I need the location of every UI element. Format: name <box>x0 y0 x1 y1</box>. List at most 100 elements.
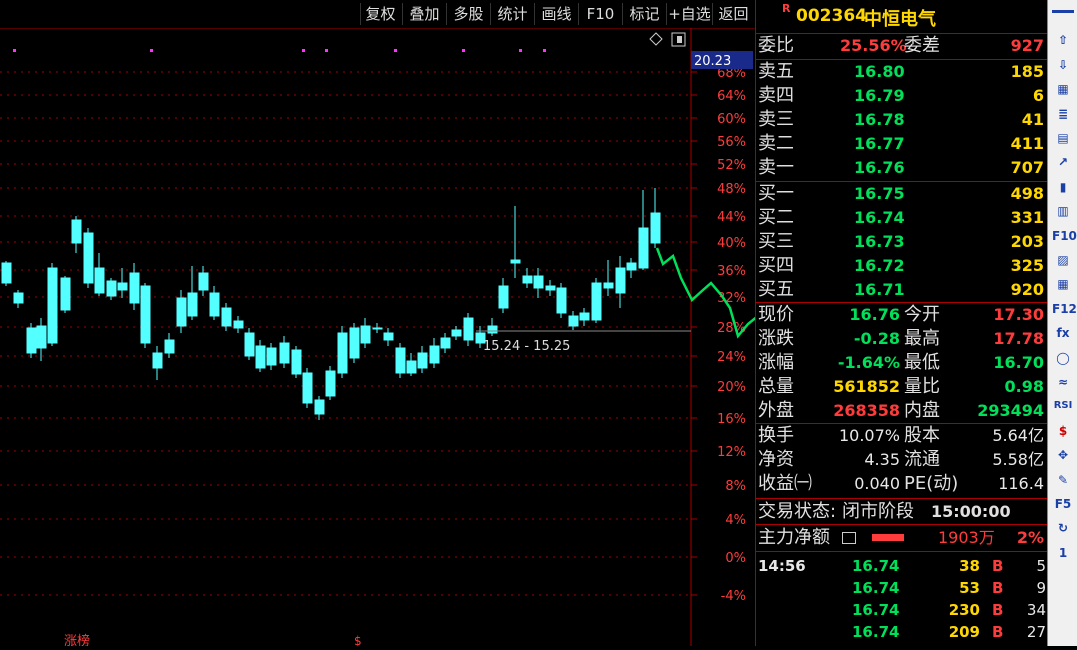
stock-name: 中恒电气 <box>864 9 936 30</box>
pencil-icon[interactable]: ✎ <box>1052 470 1074 490</box>
stat-value: 16.70 <box>993 353 1044 372</box>
f5-icon[interactable]: F5 <box>1052 494 1074 514</box>
report-icon[interactable]: ▥ <box>1052 201 1074 221</box>
bid-row[interactable]: 买一 16.75 498 <box>756 182 1048 206</box>
stock-header: R 002364 中恒电气 <box>756 2 1048 30</box>
ask-row[interactable]: 卖三 16.78 41 <box>756 108 1048 132</box>
candle-body <box>47 267 58 344</box>
ask-price: 16.78 <box>854 110 905 129</box>
candle-body <box>279 342 290 364</box>
arrow-up-icon[interactable] <box>1052 10 1074 24</box>
candle-body <box>266 347 277 366</box>
y-axis-label: 4% <box>725 513 746 528</box>
ask-volume: 6 <box>1032 86 1044 105</box>
tick-row: 16.74 230 B 34 <box>756 599 1048 623</box>
list-icon[interactable]: ≣ <box>1052 104 1074 124</box>
tick-price: 16.74 <box>852 579 900 597</box>
ask-volume: 707 <box>1010 158 1044 177</box>
y-axis-label: 64% <box>717 89 746 104</box>
stat-value: 561852 <box>833 377 900 396</box>
ask-label: 卖五 <box>758 61 794 82</box>
tick-count: 9 <box>1036 579 1046 597</box>
stat2-value: 5.64亿 <box>992 426 1044 445</box>
tick-price: 16.74 <box>852 623 900 641</box>
ask-row[interactable]: 卖二 16.77 411 <box>756 132 1048 156</box>
candle-body <box>71 219 82 244</box>
bid-volume: 325 <box>1010 256 1044 275</box>
circle-icon[interactable]: ◯ <box>1052 348 1074 368</box>
chart-toolbar: 复权 叠加 多股 统计 画线 F10 标记 +自选 返回 <box>0 0 755 28</box>
tick-volume: 230 <box>948 601 980 619</box>
bid-volume: 331 <box>1010 208 1044 227</box>
stat2-label: PE(动) <box>904 473 959 494</box>
move-icon[interactable]: ✥ <box>1052 445 1074 465</box>
stat-value: 16.76 <box>849 305 900 324</box>
candle-body <box>198 272 209 291</box>
candle-body <box>579 312 590 321</box>
ask-row[interactable]: 卖四 16.79 6 <box>756 84 1048 108</box>
candle-body <box>615 267 626 294</box>
rsi-icon[interactable]: RSI <box>1052 396 1074 416</box>
f10-icon[interactable]: F10 <box>1052 226 1077 246</box>
toolbar-button-1[interactable]: 叠加 <box>402 3 446 25</box>
wave-icon[interactable]: ≈ <box>1052 372 1074 392</box>
one-icon[interactable]: 1 <box>1052 543 1074 563</box>
candle-body <box>440 337 451 349</box>
table-icon[interactable]: ▤ <box>1052 128 1074 148</box>
weicha-label: 委差 <box>904 35 940 56</box>
arrow-up-outline-icon[interactable]: ⇧ <box>1052 30 1074 50</box>
toolbar-button-5[interactable]: F10 <box>578 3 622 25</box>
marker-dot <box>543 49 546 52</box>
candle-body <box>209 292 220 317</box>
candle-icon[interactable]: ▮ <box>1052 177 1074 197</box>
dollar-icon[interactable]: $ <box>1052 421 1074 441</box>
toolbar-button-3[interactable]: 统计 <box>490 3 534 25</box>
bid-volume: 203 <box>1010 232 1044 251</box>
ask-volume: 41 <box>1021 110 1044 129</box>
main-force-pct: 2% <box>1016 528 1044 547</box>
f12-icon[interactable]: F12 <box>1052 299 1077 319</box>
document-icon[interactable]: ▦ <box>1052 274 1074 294</box>
stat-row: 外盘 268358 内盘 293494 <box>756 399 1048 423</box>
bid-row[interactable]: 买五 16.71 920 <box>756 278 1048 302</box>
bid-row[interactable]: 买二 16.74 331 <box>756 206 1048 230</box>
y-axis-label: 44% <box>717 210 746 225</box>
stat2-value: 4.35 <box>864 450 900 469</box>
fx-icon[interactable]: fx <box>1052 323 1074 343</box>
stat-label: 最高 <box>904 328 940 349</box>
toolbar-button-4[interactable]: 画线 <box>534 3 578 25</box>
bid-row[interactable]: 买三 16.73 203 <box>756 230 1048 254</box>
candle-body <box>545 285 556 291</box>
y-axis-label: 32% <box>717 291 746 306</box>
candle-body <box>429 345 440 364</box>
kline-chart[interactable]: 68% 64% 60% 56% 52% 48% 44% 40% 36% 32% 28% 24% 20% 1… <box>0 27 797 649</box>
tool-sidebar: ⇧ ⇩ ▦ ≣ ▤ ↗ ▮ ▥ F10 ▨ ▦ F12 fx ◯ ≈ RSI $ ✥ ✎ F5 ↻ 1 <box>1047 0 1077 646</box>
bid-price: 16.75 <box>854 184 905 203</box>
marker-dot <box>150 49 153 52</box>
stat-label: 量比 <box>904 376 940 397</box>
grid-icon[interactable]: ▦ <box>1052 79 1074 99</box>
list-icon[interactable] <box>842 532 856 544</box>
stat-value: 17.78 <box>993 329 1044 348</box>
candle-body <box>417 352 428 369</box>
refresh-icon[interactable]: ↻ <box>1052 518 1074 538</box>
toolbar-button-0[interactable]: 复权 <box>360 3 400 25</box>
stat-label: 涨跌 <box>758 328 794 349</box>
arrow-down-outline-icon[interactable]: ⇩ <box>1052 55 1074 75</box>
toolbar-button-7[interactable]: +自选 <box>666 3 712 25</box>
chart-canvas: 68%64%60%56%52%48%44%40%36%32%28%24%20%1… <box>0 27 797 649</box>
line-chart-icon[interactable]: ↗ <box>1052 152 1074 172</box>
ask-row[interactable]: 卖五 16.80 185 <box>756 60 1048 84</box>
toolbar-button-8[interactable]: 返回 <box>712 3 754 25</box>
tick-count: 27 <box>1026 623 1046 641</box>
stat2-value: 0.040 <box>854 474 900 493</box>
bid-row[interactable]: 买四 16.72 325 <box>756 254 1048 278</box>
ask-row[interactable]: 卖一 16.76 707 <box>756 156 1048 180</box>
ask-label: 卖二 <box>758 133 794 154</box>
tick-volume: 53 <box>959 579 980 597</box>
candle-body <box>314 399 325 415</box>
toolbar-button-2[interactable]: 多股 <box>446 3 490 25</box>
toolbar-button-6[interactable]: 标记 <box>622 3 666 25</box>
notes-icon[interactable]: ▨ <box>1052 250 1074 270</box>
candle-body <box>325 370 336 397</box>
